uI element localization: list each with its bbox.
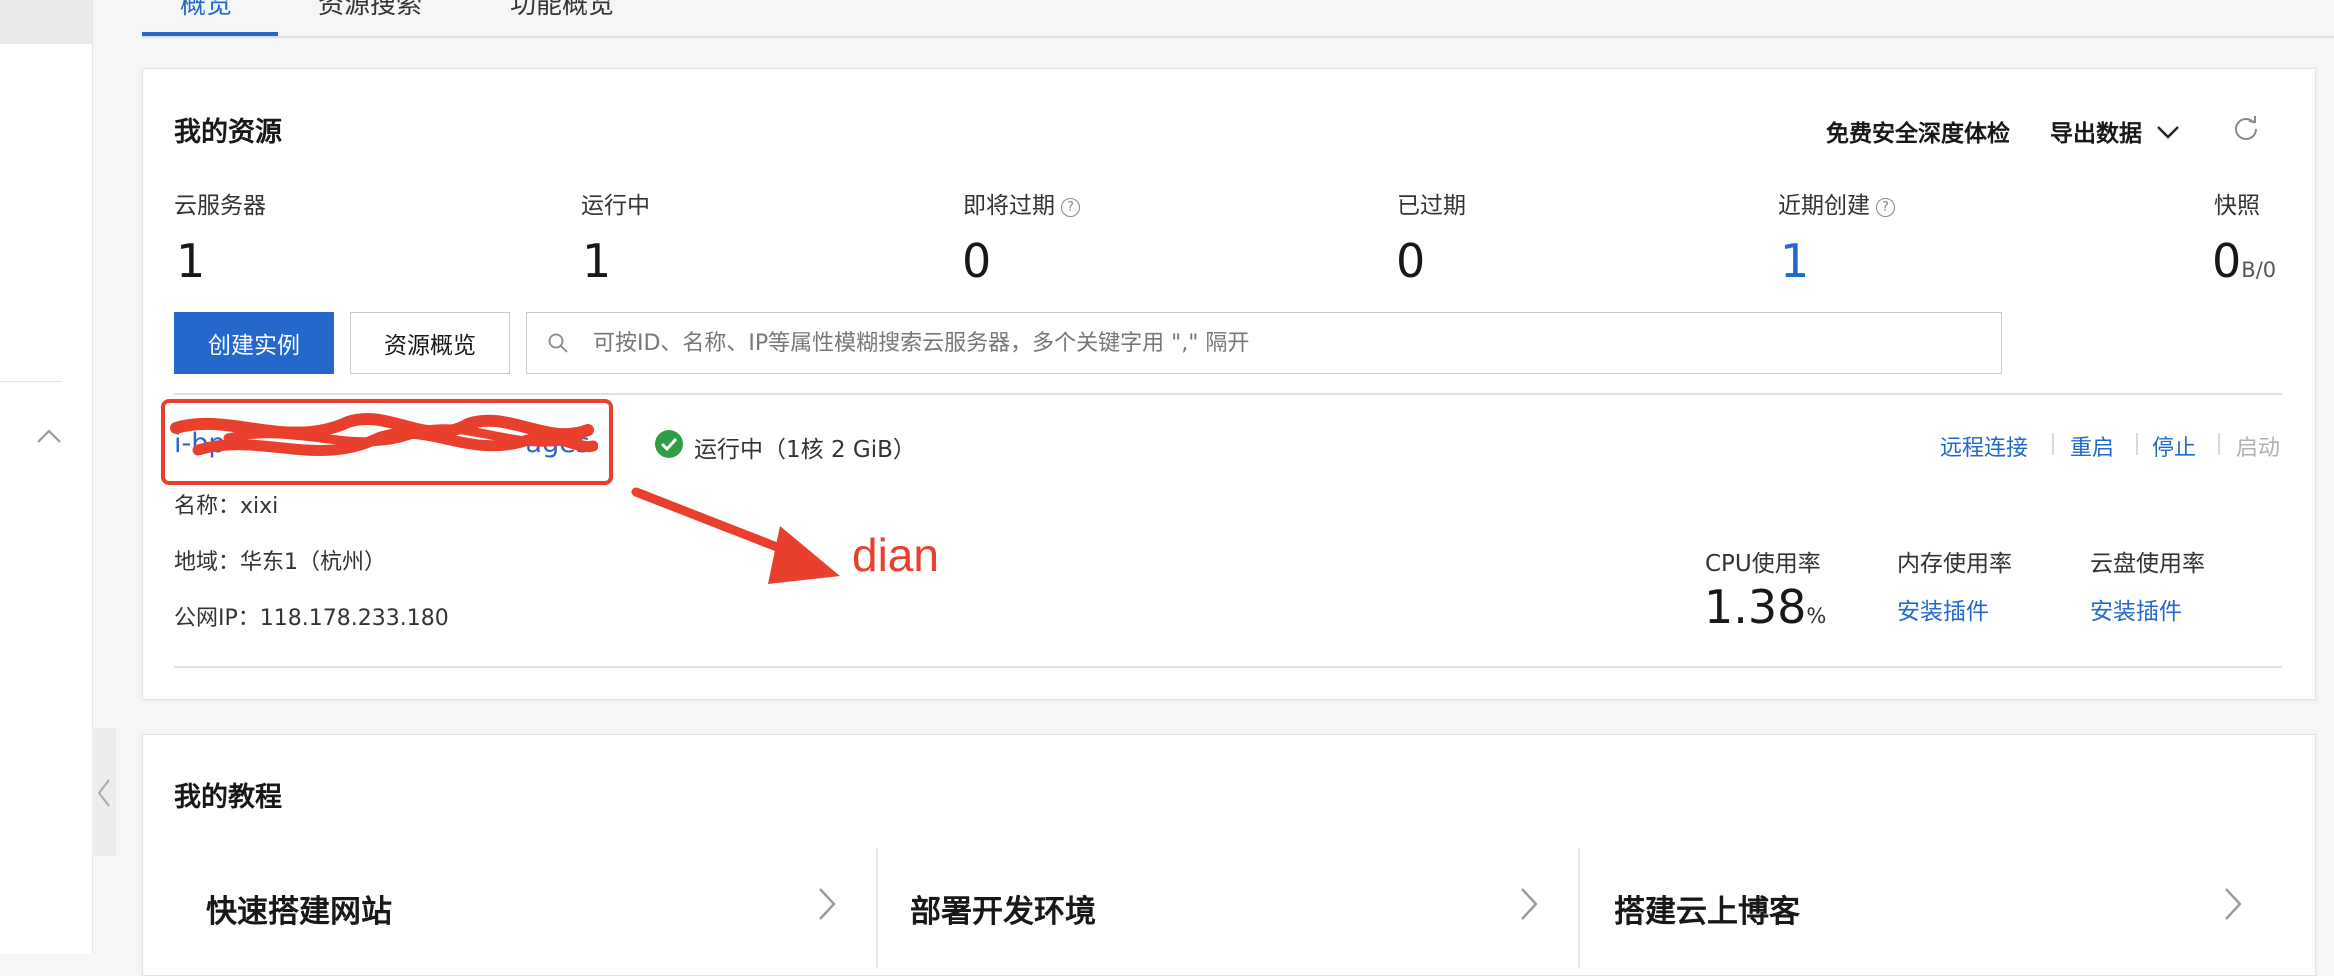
check-circle-icon (654, 429, 684, 459)
stat-label-recent: 近期创建? (1778, 186, 1895, 220)
stat-value-recent[interactable]: 1 (1780, 234, 1809, 288)
stat-label-running: 运行中 (581, 193, 650, 219)
stat-value-expired[interactable]: 0 (1396, 234, 1425, 288)
chevron-right-icon[interactable] (1518, 886, 1540, 922)
memory-usage-label: 内存使用率 (1897, 551, 2012, 577)
my-tutorials-card (142, 734, 2316, 976)
instance-name: 名称：xixi (174, 494, 279, 519)
stat-unit-snapshot: B/0 (2241, 258, 2277, 282)
action-separator (2136, 433, 2138, 455)
search-input[interactable] (591, 313, 1985, 374)
stat-value-snapshot: 0 (2212, 234, 2242, 288)
disk-install-plugin-link[interactable]: 安装插件 (2090, 592, 2182, 626)
sidebar-collapse-handle[interactable] (92, 728, 116, 856)
action-separator (2052, 433, 2054, 455)
chevron-right-icon[interactable] (816, 886, 838, 922)
chevron-down-icon (2157, 126, 2179, 139)
list-divider-top (174, 393, 2282, 395)
chevron-left-icon (97, 779, 110, 807)
search-icon (548, 333, 568, 353)
tutorial-separator (1578, 848, 1580, 968)
instance-region: 地域：华东1（杭州） (174, 550, 386, 575)
my-resources-card (142, 68, 2316, 700)
list-divider-bottom (174, 666, 2282, 668)
tab-resource-search[interactable]: 资源搜索 (318, 0, 422, 21)
help-icon[interactable]: ? (1876, 198, 1895, 217)
cpu-usage: 1.38% (1704, 580, 1826, 634)
instance-status: 运行中（1核 2 GiB） (694, 437, 916, 463)
instance-search-box[interactable] (526, 312, 2002, 374)
cpu-usage-label: CPU使用率 (1705, 551, 1821, 577)
disk-usage-label: 云盘使用率 (2090, 551, 2205, 577)
memory-install-plugin-link[interactable]: 安装插件 (1897, 592, 1989, 626)
tutorial-item-title[interactable]: 部署开发环境 (910, 886, 1096, 931)
tutorial-separator (876, 848, 878, 968)
annotation-arrow (631, 487, 840, 584)
stat-snapshot[interactable]: 0B/0 (2212, 234, 2276, 288)
export-data-label: 导出数据 (2050, 121, 2142, 147)
tab-bar (142, 0, 2334, 38)
refresh-icon[interactable] (2232, 114, 2260, 146)
active-tab-indicator (142, 32, 278, 36)
stat-label-snapshot: 快照 (2214, 193, 2260, 219)
create-instance-button[interactable]: 创建实例 (174, 312, 334, 374)
tutorial-item-title[interactable]: 搭建云上博客 (1614, 886, 1800, 931)
sidebar-highlight-item[interactable] (0, 0, 92, 44)
resource-overview-button[interactable]: 资源概览 (350, 312, 510, 374)
stat-label-expiring: 即将过期? (963, 186, 1080, 220)
tab-overview[interactable]: 概览 (180, 0, 232, 21)
start-link[interactable]: 启动 (2236, 430, 2280, 462)
instance-public-ip: 公网IP：118.178.233.180 (174, 606, 449, 631)
stop-link[interactable]: 停止 (2152, 430, 2196, 462)
cpu-usage-unit: % (1806, 604, 1827, 628)
export-data-dropdown[interactable]: 导出数据 (2050, 114, 2180, 148)
stat-label-expiring-text: 即将过期 (963, 193, 1055, 219)
help-icon[interactable]: ? (1061, 198, 1080, 217)
left-sidebar (0, 0, 93, 954)
tutorial-item-title[interactable]: 快速搭建网站 (206, 886, 392, 931)
stat-value-servers[interactable]: 1 (176, 234, 205, 288)
annotation-text: dian (852, 529, 939, 581)
stat-label-recent-text: 近期创建 (1778, 193, 1870, 219)
stat-value-running[interactable]: 1 (582, 234, 611, 288)
sidebar-divider (0, 381, 62, 382)
tab-feature-overview[interactable]: 功能概览 (510, 0, 614, 21)
stat-label-expired: 已过期 (1397, 193, 1466, 219)
cpu-usage-value: 1.38 (1704, 580, 1807, 634)
stat-value-expiring[interactable]: 0 (962, 234, 991, 288)
remote-connect-link[interactable]: 远程连接 (1940, 430, 2028, 462)
stat-label-servers: 云服务器 (174, 193, 266, 219)
chevron-right-icon[interactable] (2222, 886, 2244, 922)
restart-link[interactable]: 重启 (2070, 430, 2114, 462)
security-check-link[interactable]: 免费安全深度体检 (1826, 114, 2010, 148)
action-separator (2218, 433, 2220, 455)
annotation-red-box (161, 399, 613, 485)
tutorials-title: 我的教程 (174, 782, 282, 813)
chevron-up-icon[interactable] (36, 426, 62, 446)
resources-title: 我的资源 (174, 117, 282, 148)
